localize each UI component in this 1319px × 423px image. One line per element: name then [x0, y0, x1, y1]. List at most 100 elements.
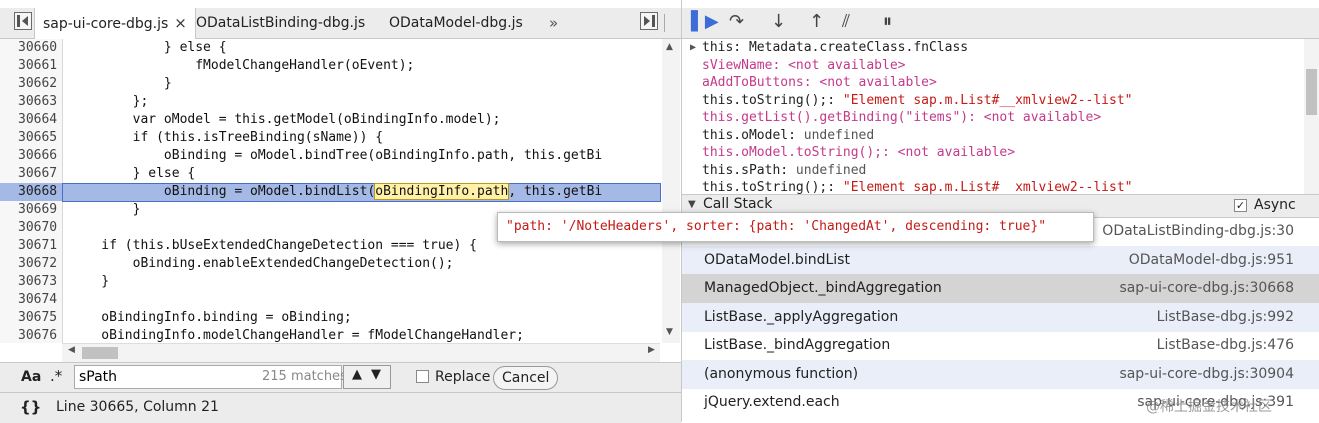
- toggle-debugger-sidebar-button[interactable]: [640, 12, 658, 30]
- watch-expression[interactable]: this.getList().getBinding("items"): <not…: [702, 109, 1101, 126]
- frame-location-link[interactable]: sap-ui-core-dbg.js:30904: [1119, 360, 1294, 389]
- scroll-up-icon[interactable]: ▲: [666, 42, 673, 52]
- variable-value-popover: "path: '/NoteHeaders', sorter: {path: 'C…: [497, 212, 1094, 242]
- editor-horizontal-scrollbar[interactable]: ◀ ▶: [62, 343, 660, 362]
- code-line[interactable]: 30666 oBinding = oModel.bindTree(oBindin…: [0, 147, 660, 165]
- code-line[interactable]: 30661 fModelChangeHandler(oEvent);: [0, 57, 660, 75]
- line-number[interactable]: 30676: [18, 327, 57, 343]
- tab-sap-ui-core-dbg[interactable]: sap-ui-core-dbg.js ×: [34, 8, 196, 39]
- call-stack-frame[interactable]: ODataModel.bindList ODataModel-dbg.js:951: [682, 245, 1319, 275]
- line-number[interactable]: 30663: [18, 93, 57, 111]
- watch-key: this.toString();:: [702, 180, 843, 194]
- watch-value: "Element sap.m.List#__xmlview2--list": [842, 92, 1133, 108]
- editor-vertical-scrollbar[interactable]: ▲ ▼: [662, 39, 680, 343]
- code-line[interactable]: 30674: [0, 291, 660, 309]
- expand-arrow-icon[interactable]: ▶: [690, 42, 696, 53]
- scrollbar-thumb[interactable]: [1306, 69, 1317, 115]
- code-text: if (this.isTreeBinding(sName)) {: [70, 130, 384, 145]
- scroll-right-icon[interactable]: ▶: [648, 345, 655, 355]
- line-number[interactable]: 30672: [18, 255, 57, 273]
- watch-expression[interactable]: this.toString();: "Element sap.m.List#__…: [702, 92, 1132, 109]
- code-line[interactable]: 30660 } else {: [0, 39, 660, 57]
- code-line[interactable]: 30673 }: [0, 273, 660, 291]
- watch-expression[interactable]: this: Metadata.createClass.fnClass: [702, 39, 968, 56]
- code-text: oBinding = oModel.bindTree(oBindingInfo.…: [70, 148, 603, 163]
- line-number[interactable]: 30660: [18, 39, 57, 57]
- line-number[interactable]: 30667: [18, 165, 57, 183]
- debugger-toolbar: ▌▶ ↷ ↓ ↑ ⫽ ⏸: [682, 8, 1319, 39]
- watch-expression[interactable]: this.oModel: undefined: [702, 127, 874, 144]
- code-text: }: [70, 76, 172, 91]
- line-number[interactable]: 30665: [18, 129, 57, 147]
- watch-expression[interactable]: sViewName: <not available>: [702, 57, 906, 74]
- line-number[interactable]: 30662: [18, 75, 57, 93]
- call-stack-frame[interactable]: (anonymous function) sap-ui-core-dbg.js:3…: [682, 359, 1319, 389]
- line-number[interactable]: 30669: [18, 201, 57, 219]
- scroll-left-icon[interactable]: ◀: [68, 345, 75, 355]
- watch-expression[interactable]: this.toString();: "Element sap.m.List# x…: [702, 179, 1132, 194]
- step-into-icon[interactable]: ↓: [771, 11, 786, 32]
- code-line[interactable]: 30672 oBinding.enableExtendedChangeDetec…: [0, 255, 660, 273]
- pause-on-exceptions-icon[interactable]: ⏸: [883, 11, 892, 32]
- line-number[interactable]: 30664: [18, 111, 57, 129]
- frame-location-link[interactable]: sap-ui-core-dbg.js:30668: [1119, 274, 1294, 303]
- tab-odatamodel-dbg[interactable]: ODataModel-dbg.js: [389, 8, 523, 38]
- code-text: if (this.bUseExtendedChangeDetection ===…: [70, 238, 477, 253]
- call-stack-frame[interactable]: ManagedObject._bindAggregation sap-ui-cor…: [682, 274, 1319, 303]
- line-number[interactable]: 30673: [18, 273, 57, 291]
- frame-location-link[interactable]: ODataModel-dbg.js:951: [1129, 246, 1294, 275]
- code-line[interactable]: 30675 oBindingInfo.binding = oBinding;: [0, 309, 660, 327]
- watch-expression[interactable]: this.sPath: undefined: [702, 162, 866, 179]
- tab-overflow-chevron-icon[interactable]: »: [549, 8, 558, 38]
- frame-function: ManagedObject._bindAggregation: [704, 280, 942, 296]
- replace-checkbox[interactable]: [416, 370, 429, 383]
- watch-key: this.sPath:: [702, 162, 796, 178]
- line-number[interactable]: 30675: [18, 309, 57, 327]
- frame-location-link[interactable]: ListBase-dbg.js:992: [1157, 303, 1294, 332]
- hovered-expression[interactable]: oBindingInfo.path: [374, 183, 510, 200]
- async-checkbox[interactable]: ✓: [1234, 199, 1247, 212]
- code-line[interactable]: 30662 }: [0, 75, 660, 93]
- line-number[interactable]: 30668: [18, 183, 57, 201]
- line-number[interactable]: 30670: [18, 219, 57, 237]
- watch-expression[interactable]: aAddToButtons: <not available>: [702, 74, 937, 91]
- tab-odatalistbinding-dbg[interactable]: ODataListBinding-dbg.js: [196, 8, 365, 38]
- scroll-down-icon[interactable]: ▼: [666, 327, 673, 337]
- call-stack-frame[interactable]: ListBase._bindAggregation ListBase-dbg.js…: [682, 331, 1319, 360]
- code-editor[interactable]: 30660 } else {30661 fModelChangeHandler(…: [0, 39, 681, 343]
- line-number[interactable]: 30674: [18, 291, 57, 309]
- match-case-toggle[interactable]: Aa: [21, 369, 41, 385]
- call-stack-frame[interactable]: ListBase._applyAggregation ListBase-dbg.j…: [682, 302, 1319, 332]
- watch-expression[interactable]: this.oModel.toString();: <not available>: [702, 144, 1015, 161]
- code-line-current[interactable]: 30668 oBinding = oModel.bindList(oBindin…: [0, 183, 661, 202]
- toggle-navigator-button[interactable]: [14, 12, 32, 30]
- regex-toggle[interactable]: .*: [50, 367, 62, 385]
- frame-location-link[interactable]: ListBase-dbg.js:476: [1157, 331, 1294, 360]
- frame-location-link[interactable]: ODataListBinding-dbg.js:30: [1102, 217, 1294, 246]
- collapse-arrow-icon[interactable]: ▼: [688, 199, 696, 210]
- frame-function: ListBase._applyAggregation: [704, 308, 899, 325]
- editor-tab-bar: sap-ui-core-dbg.js × ODataListBinding-dbg…: [0, 8, 681, 39]
- code-line[interactable]: 30664 var oModel = this.getModel(oBindin…: [0, 111, 660, 129]
- close-tab-icon[interactable]: ×: [174, 14, 187, 32]
- line-number[interactable]: 30666: [18, 147, 57, 165]
- async-label: Async: [1254, 197, 1296, 213]
- cancel-button[interactable]: Cancel: [493, 366, 559, 390]
- resume-icon[interactable]: ▌▶: [691, 11, 719, 32]
- scrollbar-thumb[interactable]: [82, 347, 118, 359]
- line-number[interactable]: 30661: [18, 57, 57, 75]
- line-number[interactable]: 30671: [18, 237, 57, 255]
- next-match-button[interactable]: ▼: [371, 367, 381, 382]
- step-out-icon[interactable]: ↑: [809, 11, 824, 32]
- watch-scrollbar[interactable]: [1304, 39, 1319, 194]
- watch-expressions: ▶ this: Metadata.createClass.fnClass sVie…: [682, 39, 1304, 194]
- pretty-print-button[interactable]: {}: [20, 398, 41, 416]
- code-line[interactable]: 30676 oBindingInfo.modelChangeHandler = …: [0, 327, 660, 343]
- previous-match-button[interactable]: ▲: [352, 367, 362, 382]
- code-line[interactable]: 30667 } else {: [0, 165, 660, 183]
- code-line[interactable]: 30665 if (this.isTreeBinding(sName)) {: [0, 129, 660, 147]
- frame-function: ODataModel.bindList: [704, 251, 850, 268]
- code-line[interactable]: 30663 };: [0, 93, 660, 111]
- step-over-icon[interactable]: ↷: [729, 11, 744, 32]
- deactivate-breakpoints-icon[interactable]: ⫽: [842, 11, 850, 32]
